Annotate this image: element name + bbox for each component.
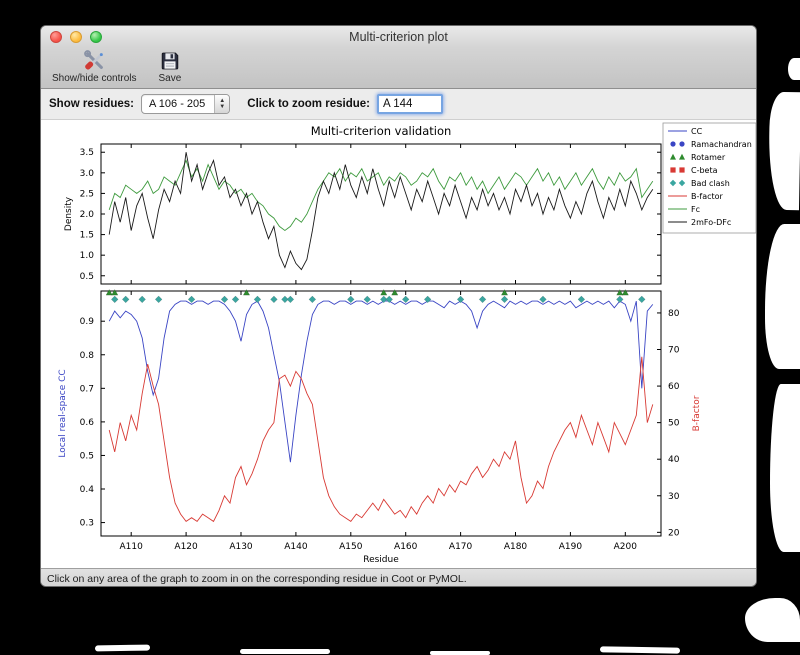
svg-text:3.5: 3.5 [80, 148, 94, 158]
svg-text:20: 20 [668, 528, 680, 538]
top-ylabel: Density [64, 196, 74, 231]
svg-text:A200: A200 [614, 542, 638, 552]
svg-text:3.0: 3.0 [80, 169, 95, 179]
svg-text:A190: A190 [559, 542, 583, 552]
svg-text:A170: A170 [449, 542, 473, 552]
screenshot-artifact [599, 646, 681, 654]
status-text: Click on any area of the graph to zoom i… [47, 572, 467, 585]
screenshot-artifact [94, 644, 151, 652]
bottom-ylabel-right: B-factor [692, 395, 702, 431]
screenshot-artifact [765, 224, 800, 369]
svg-text:0.7: 0.7 [80, 384, 94, 394]
svg-text:A120: A120 [174, 542, 198, 552]
screenshot-artifact [788, 58, 800, 80]
bottom-ylabel-left: Local real-space CC [58, 369, 68, 457]
svg-text:A140: A140 [284, 542, 308, 552]
svg-text:A110: A110 [120, 542, 144, 552]
multi-criterion-plot-window: Multi-criterion plot Show/hide controls [40, 25, 757, 587]
residue-range-select[interactable]: A 106 - 205 ▲ ▼ [141, 94, 231, 114]
svg-text:A130: A130 [229, 542, 253, 552]
svg-text:Ramachandran: Ramachandran [691, 140, 752, 149]
svg-text:0.9: 0.9 [80, 317, 95, 327]
axes-frames [100, 143, 662, 537]
screenshot-artifact [770, 384, 800, 552]
svg-text:1.0: 1.0 [80, 251, 95, 261]
svg-text:2.0: 2.0 [80, 210, 95, 220]
svg-text:1.5: 1.5 [80, 231, 94, 241]
svg-text:A150: A150 [339, 542, 363, 552]
svg-text:Local real-space CC: Local real-space CC [58, 369, 68, 457]
svg-text:CC: CC [691, 127, 703, 136]
status-bar: Click on any area of the graph to zoom i… [41, 568, 756, 586]
svg-text:60: 60 [668, 382, 680, 392]
show-hide-controls-label: Show/hide controls [52, 73, 137, 84]
save-label: Save [158, 73, 182, 84]
tools-icon [84, 50, 104, 70]
svg-text:A180: A180 [504, 542, 528, 552]
multi-criterion-chart[interactable]: Multi-criterion validation 0.5 1.0 1.5 2.0 2.… [41, 120, 757, 568]
svg-text:0.8: 0.8 [80, 351, 95, 361]
save-button[interactable]: Save [156, 49, 185, 85]
window-titlebar[interactable]: Multi-criterion plot [41, 26, 756, 48]
show-residues-label: Show residues: [49, 98, 134, 110]
residue-range-value: A 106 - 205 [149, 98, 206, 110]
svg-text:2.5: 2.5 [80, 189, 94, 199]
stepper-down-icon: ▼ [219, 104, 226, 110]
svg-text:0.6: 0.6 [80, 418, 95, 428]
screenshot-artifact [240, 649, 330, 654]
close-button[interactable] [50, 31, 62, 43]
svg-text:0.4: 0.4 [80, 485, 95, 495]
svg-text:Fc: Fc [691, 205, 700, 214]
svg-text:Density: Density [64, 196, 74, 231]
svg-text:30: 30 [668, 492, 680, 502]
screenshot-artifact [745, 598, 800, 642]
svg-text:0.5: 0.5 [80, 451, 94, 461]
svg-text:40: 40 [668, 455, 680, 465]
screenshot-artifact [767, 91, 800, 211]
zoom-residue-label: Click to zoom residue: [247, 98, 370, 110]
svg-text:Multi-criterion validation: Multi-criterion validation [311, 124, 452, 138]
svg-text:0.3: 0.3 [80, 519, 94, 529]
zoom-residue-input[interactable] [376, 94, 443, 114]
svg-text:C-beta: C-beta [691, 166, 718, 175]
combo-stepper[interactable]: ▲ ▼ [214, 95, 230, 113]
controls-bar: Show residues: A 106 - 205 ▲ ▼ Click to … [41, 89, 756, 120]
chart-legend: CC Ramachandran Rotamer C-beta Bad clash B-fa… [662, 122, 756, 234]
svg-text:A160: A160 [394, 542, 418, 552]
xaxis-label: Residue [363, 555, 399, 565]
svg-text:B-factor: B-factor [692, 395, 702, 431]
window-title: Multi-criterion plot [349, 30, 448, 44]
svg-text:50: 50 [668, 419, 680, 429]
svg-text:70: 70 [668, 346, 680, 356]
traffic-lights [50, 26, 102, 48]
svg-text:Bad clash: Bad clash [691, 179, 730, 188]
chart-title: Multi-criterion validation [311, 124, 452, 138]
save-icon [161, 52, 179, 70]
minimize-button[interactable] [70, 31, 82, 43]
svg-text:2mFo-DFc: 2mFo-DFc [691, 218, 731, 227]
svg-text:0.5: 0.5 [80, 272, 94, 282]
svg-text:Residue: Residue [363, 555, 399, 565]
screenshot-artifact [430, 651, 490, 655]
toolbar: Show/hide controls Save [41, 48, 756, 89]
svg-text:80: 80 [668, 309, 680, 319]
svg-text:Rotamer: Rotamer [691, 153, 726, 162]
svg-text:B-factor: B-factor [691, 192, 724, 201]
plot-area[interactable]: Multi-criterion validation 0.5 1.0 1.5 2.0 2.… [41, 120, 756, 568]
zoom-window-button[interactable] [90, 31, 102, 43]
show-hide-controls-button[interactable]: Show/hide controls [49, 49, 140, 85]
